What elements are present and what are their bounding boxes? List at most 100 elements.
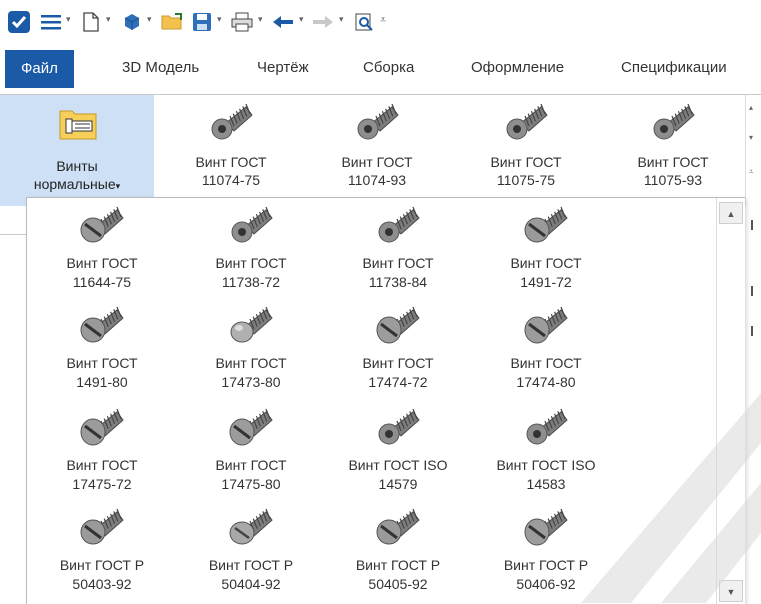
3d-cube-icon[interactable] bbox=[120, 8, 144, 36]
new-file-icon[interactable] bbox=[80, 8, 102, 36]
print-icon[interactable] bbox=[230, 8, 254, 36]
screw-label: Винт ГОСТ 11074-93 bbox=[341, 154, 413, 188]
screw-icon bbox=[521, 404, 571, 452]
chevron-down-icon[interactable]: ▾ bbox=[106, 14, 111, 25]
screw-icon bbox=[226, 404, 276, 452]
screw-label: Винт ГОСТ 17475-80 bbox=[215, 457, 287, 492]
screw-label: Винт ГОСТ 11075-75 bbox=[490, 154, 562, 188]
scroll-down-icon[interactable]: ▾ bbox=[749, 133, 753, 142]
tab-drawing[interactable]: Чертёж bbox=[257, 48, 309, 88]
gallery-screw-item[interactable]: Винт ГОСТ 1491-80 bbox=[27, 302, 177, 398]
screw-icon bbox=[77, 202, 127, 250]
save-icon[interactable] bbox=[190, 8, 214, 36]
screw-label: Винт ГОСТ 11738-72 bbox=[215, 255, 287, 290]
redo-icon[interactable] bbox=[310, 8, 336, 36]
right-panel-edge bbox=[744, 206, 761, 603]
screw-icon bbox=[521, 504, 571, 552]
gallery-screw-item[interactable]: Винт ГОСТ 11738-72 bbox=[176, 202, 326, 298]
screw-icon bbox=[352, 99, 402, 151]
screw-icon bbox=[77, 404, 127, 452]
screws-group-button[interactable]: Винты нормальные▾ bbox=[0, 95, 154, 207]
screw-label: Винт ГОСТ 1491-72 bbox=[510, 255, 582, 290]
gallery-screw-item[interactable]: Винт ГОСТ ISO 14579 bbox=[323, 404, 473, 500]
gallery-screw-item[interactable]: Винт ГОСТ 11738-84 bbox=[323, 202, 473, 298]
screw-label: Винт ГОСТ 11644-75 bbox=[66, 255, 138, 290]
screw-icon bbox=[521, 202, 571, 250]
chevron-down-icon: ▾ bbox=[115, 181, 121, 191]
gallery-screw-item[interactable]: Винт ГОСТ 17473-80 bbox=[176, 302, 326, 398]
tab-file[interactable]: Файл bbox=[5, 50, 74, 88]
screw-label: Винт ГОСТ ISO 14579 bbox=[348, 457, 448, 492]
screw-icon bbox=[373, 404, 423, 452]
screw-icon bbox=[226, 302, 276, 350]
expand-gallery-icon[interactable]: ⩡ bbox=[749, 167, 754, 177]
open-folder-icon[interactable] bbox=[160, 8, 186, 36]
screw-label: Винт ГОСТ 1491-80 bbox=[66, 355, 138, 390]
screw-label: Винт ГОСТ 17474-80 bbox=[510, 355, 582, 390]
gallery-screw-item[interactable]: Винт ГОСТ 1491-72 bbox=[471, 202, 621, 298]
screw-label: Винт ГОСТ 11738-84 bbox=[362, 255, 434, 290]
screw-label: Винт ГОСТ 17475-72 bbox=[66, 457, 138, 492]
screw-gallery-dropdown: Винт ГОСТ 11644-75 Винт ГОСТ 11738-72 Винт Г… bbox=[26, 197, 745, 604]
chevron-down-icon[interactable]: ▾ bbox=[147, 14, 152, 25]
ribbon-screw-item[interactable]: Винт ГОСТ 11075-75 bbox=[451, 99, 601, 199]
menu-icon[interactable] bbox=[38, 8, 64, 36]
gallery-screw-item[interactable]: Винт ГОСТ 17475-72 bbox=[27, 404, 177, 500]
group-label-line2: нормальные bbox=[33, 176, 116, 192]
chevron-down-icon[interactable]: ▾ bbox=[299, 14, 304, 25]
ribbon-screw-item[interactable]: Винт ГОСТ 11074-75 bbox=[156, 99, 306, 199]
gallery-screw-item[interactable]: Винт ГОСТ 17475-80 bbox=[176, 404, 326, 500]
gallery-screw-item[interactable]: Винт ГОСТ 17474-80 bbox=[471, 302, 621, 398]
screw-label: Винт ГОСТ 17473-80 bbox=[215, 355, 287, 390]
gallery-scrollbar[interactable]: ▲ ▼ bbox=[716, 198, 745, 604]
screw-icon bbox=[77, 504, 127, 552]
screw-label: Винт ГОСТ Р 50405-92 bbox=[355, 557, 441, 592]
screw-label: Винт ГОСТ Р 50406-92 bbox=[503, 557, 589, 592]
folder-screw-icon bbox=[58, 103, 98, 148]
customize-icon[interactable]: ⩡ bbox=[380, 14, 386, 27]
quick-access-toolbar: ▾ ▾ ▾ ▾ ▾ ▾ ▾ ⩡ bbox=[0, 0, 761, 44]
ribbon-panel: Винты нормальные▾ Винт ГОСТ 11074-75 Винт … bbox=[0, 94, 761, 208]
gallery-screw-item[interactable]: Винт ГОСТ Р 50406-92 bbox=[471, 504, 621, 600]
screw-label: Винт ГОСТ Р 50403-92 bbox=[59, 557, 145, 592]
chevron-down-icon[interactable]: ▾ bbox=[339, 14, 344, 25]
left-panel-edge bbox=[0, 206, 27, 235]
gallery-screw-item[interactable]: Винт ГОСТ Р 50404-92 bbox=[176, 504, 326, 600]
gallery-screw-item[interactable]: Винт ГОСТ Р 50403-92 bbox=[27, 504, 177, 600]
group-label-line1: Винты bbox=[56, 158, 98, 174]
gallery-screw-item[interactable]: Винт ГОСТ ISO 14583 bbox=[471, 404, 621, 500]
screw-icon bbox=[373, 302, 423, 350]
tab-design[interactable]: Оформление bbox=[471, 48, 564, 88]
screw-label: Винт ГОСТ 17474-72 bbox=[362, 355, 434, 390]
screw-icon bbox=[226, 504, 276, 552]
undo-icon[interactable] bbox=[270, 8, 296, 36]
gallery-screw-item[interactable]: Винт ГОСТ 11644-75 bbox=[27, 202, 177, 298]
tab-specifications[interactable]: Спецификации bbox=[621, 48, 727, 88]
zoom-icon[interactable] bbox=[352, 8, 376, 36]
screw-icon bbox=[648, 99, 698, 151]
screw-icon bbox=[521, 302, 571, 350]
tab-3d-model[interactable]: 3D Модель bbox=[122, 48, 199, 88]
screw-label: Винт ГОСТ 11074-75 bbox=[195, 154, 267, 188]
ribbon-scrollbar[interactable]: ▴ ▾ ⩡ bbox=[745, 95, 761, 207]
ribbon-screw-item[interactable]: Винт ГОСТ 11074-93 bbox=[302, 99, 452, 199]
screw-icon bbox=[206, 99, 256, 151]
scroll-up-icon[interactable]: ▴ bbox=[749, 103, 753, 112]
app-logo-icon[interactable] bbox=[6, 8, 32, 36]
ribbon-tabs: Файл 3D Модель Чертёж Сборка Оформление … bbox=[0, 48, 761, 92]
chevron-down-icon[interactable]: ▾ bbox=[217, 14, 222, 25]
chevron-down-icon[interactable]: ▾ bbox=[258, 14, 263, 25]
chevron-down-icon[interactable]: ▾ bbox=[66, 14, 71, 25]
tab-assembly[interactable]: Сборка bbox=[363, 48, 414, 88]
gallery-screw-item[interactable]: Винт ГОСТ 17474-72 bbox=[323, 302, 473, 398]
screws-group-label: Винты нормальные▾ bbox=[0, 157, 154, 195]
screw-icon bbox=[501, 99, 551, 151]
gallery-screw-item[interactable]: Винт ГОСТ Р 50405-92 bbox=[323, 504, 473, 600]
screw-label: Винт ГОСТ Р 50404-92 bbox=[208, 557, 294, 592]
screw-icon bbox=[373, 504, 423, 552]
screw-label: Винт ГОСТ 11075-93 bbox=[637, 154, 709, 188]
ribbon-screw-item[interactable]: Винт ГОСТ 11075-93 bbox=[598, 99, 748, 199]
scroll-track[interactable] bbox=[719, 224, 743, 574]
scroll-up-icon[interactable]: ▲ bbox=[719, 202, 743, 224]
scroll-down-icon[interactable]: ▼ bbox=[719, 580, 743, 602]
